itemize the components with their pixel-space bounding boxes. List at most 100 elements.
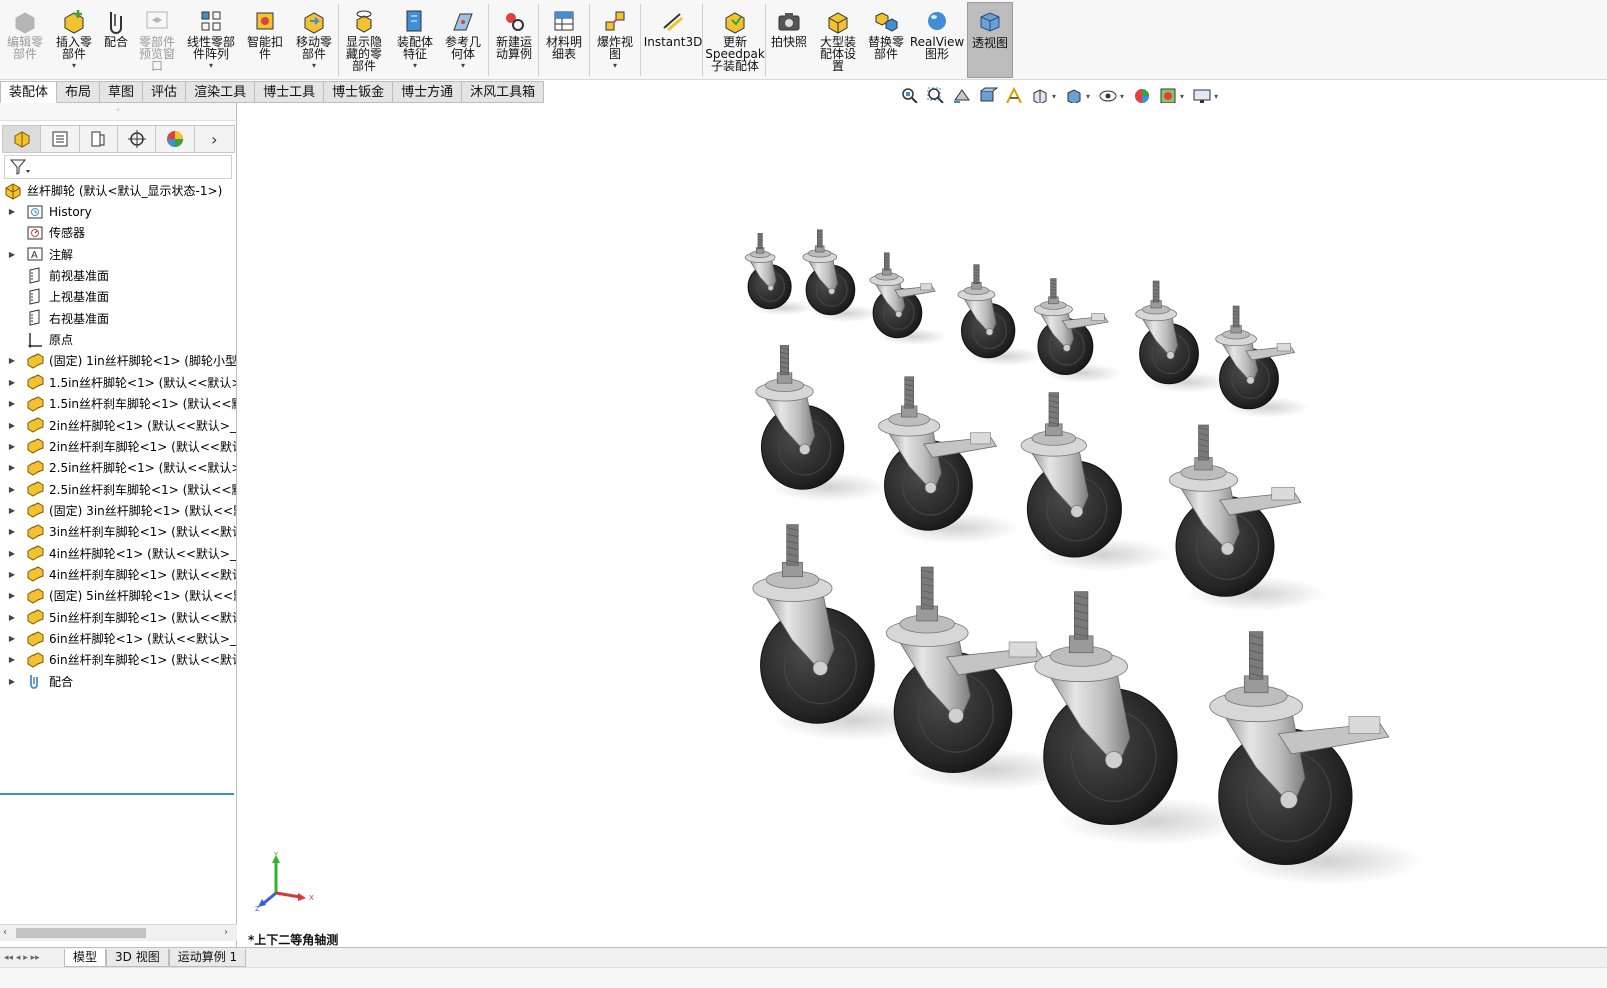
expand-arrow-icon[interactable]: ▶ [6,356,18,365]
ribbon-button-perspective[interactable]: 透视图 [967,2,1013,78]
dropdown-arrow-icon[interactable]: ▾ [312,62,316,70]
tree-item[interactable]: ▶ 2in丝杆脚轮<1> (默认<<默认>_显示 [6,415,236,436]
expand-arrow-icon[interactable]: ▶ [6,677,18,686]
expand-arrow-icon[interactable]: ▶ [6,527,18,536]
tree-item[interactable]: 前视基准面 [6,265,109,286]
expand-arrow-icon[interactable]: ▶ [6,506,18,515]
ribbon-button-smart-fasteners[interactable]: 智能扣 件 [241,2,289,78]
expand-arrow-icon[interactable]: ▶ [6,378,18,387]
command-tab[interactable]: 装配体 [0,81,58,103]
tree-item[interactable]: ▶ (固定) 3in丝杆脚轮<1> (默认<<默认 [6,500,236,521]
caster-wheel[interactable] [1034,591,1249,845]
dropdown-arrow-icon[interactable]: ▾ [209,62,213,70]
tree-item[interactable]: ▶ 2.5in丝杆刹车脚轮<1> (默认<<默认 [6,479,236,500]
tree-item[interactable]: ▶ (固定) 1in丝杆脚轮<1> (脚轮小型-1 [6,350,236,371]
brake-caster-wheel[interactable] [878,376,1020,544]
ribbon-button-reference-geometry[interactable]: 参考几 何体 ▾ [440,2,486,78]
expand-arrow-icon[interactable]: ▶ [6,634,18,643]
tab-navigation-arrows[interactable]: ◂◂ ◂ ▸ ▸▸ [0,949,64,967]
view-settings-dropdown-icon[interactable]: ▾ [1214,92,1218,101]
expand-arrow-icon[interactable]: ▶ [6,399,18,408]
brake-caster-wheel[interactable] [1033,278,1123,383]
view-orientation-dropdown-icon[interactable]: ▾ [1052,92,1056,101]
dropdown-arrow-icon[interactable]: ▾ [413,62,417,70]
expand-arrow-icon[interactable]: ▶ [6,570,18,579]
command-tab[interactable]: 博士钣金 [324,81,394,103]
scroll-right-icon[interactable]: › [224,925,228,941]
ribbon-button-instant3d[interactable]: Instant3D [644,2,702,78]
tree-item[interactable]: ▶ 3in丝杆刹车脚轮<1> (默认<<默认>_ [6,521,236,542]
command-tab[interactable]: 评估 [143,81,187,103]
brake-caster-wheel[interactable] [1168,424,1327,612]
scroll-left-icon[interactable]: ‹ [3,925,7,941]
tree-item[interactable]: ▶ A 注解 [6,244,73,265]
tab-property-manager[interactable] [41,126,80,152]
tree-item[interactable]: ▶ 6in丝杆刹车脚轮<1> (默认<<默认>_ [6,649,236,670]
ribbon-button-exploded-view[interactable]: 爆炸视 图 ▾ [591,2,639,78]
tab-feature-manager[interactable] [3,126,42,152]
caster-wheel[interactable] [1020,392,1172,572]
tree-filter[interactable] [4,155,232,179]
command-tab[interactable]: 博士方通 [393,81,463,103]
dropdown-arrow-icon[interactable]: ▾ [613,62,617,70]
command-tab[interactable]: 布局 [57,81,101,103]
expand-arrow-icon[interactable]: ▶ [6,207,18,216]
expand-arrow-icon[interactable]: ▶ [6,250,18,259]
manager-tabs-more-icon[interactable]: › [195,126,234,152]
scrollbar-thumb[interactable] [16,928,146,938]
ribbon-button-snapshot[interactable]: 拍快照 [768,2,810,78]
hide-show-dropdown-icon[interactable]: ▾ [1120,92,1124,101]
expand-arrow-icon[interactable]: ▶ [6,442,18,451]
tree-item[interactable]: 右视基准面 [6,308,109,329]
tree-item[interactable]: 上视基准面 [6,286,109,307]
ribbon-button-component-preview[interactable]: 零部件 预览窗 口 [133,2,181,78]
ribbon-button-show-hidden[interactable]: 显示隐 藏的零 部件 [340,2,388,78]
caster-wheel[interactable] [1135,280,1230,393]
ribbon-button-bill-of-materials[interactable]: 材料明 细表 [540,2,588,78]
command-tab[interactable]: 渲染工具 [186,81,256,103]
command-tab[interactable]: 沐风工具箱 [462,81,545,103]
panel-splitter-grip[interactable]: ◦ [0,103,236,121]
expand-arrow-icon[interactable]: ▶ [6,421,18,430]
expand-arrow-icon[interactable]: ▶ [6,463,18,472]
tree-item[interactable]: ▶ 5in丝杆刹车脚轮<1> (默认<<默认>_ [6,607,236,628]
tree-root-assembly[interactable]: 丝杆脚轮 (默认<默认_显示状态-1>) [4,180,222,201]
ribbon-button-speedpak[interactable]: 更新 Speedpak 子装配体 [705,2,765,78]
brake-caster-wheel[interactable] [869,252,948,346]
tree-item[interactable]: ▶ 配合 [6,671,73,692]
caster-wheel[interactable] [755,345,888,502]
ribbon-button-move-component[interactable]: 移动零 部件 ▾ [290,2,338,78]
tree-item[interactable]: ▶ 4in丝杆脚轮<1> (默认<<默认>_显示 [6,543,236,564]
tab-configuration-manager[interactable] [80,126,119,152]
command-tab[interactable]: 博士工具 [255,81,325,103]
ribbon-button-mate[interactable]: 配合 [98,2,134,78]
bottom-tab[interactable]: 3D 视图 [106,948,169,967]
brake-caster-wheel[interactable] [1215,305,1310,418]
tree-item[interactable]: ▶ History [6,201,92,222]
caster-wheel[interactable] [957,264,1044,366]
tree-item[interactable]: ▶ 2in丝杆刹车脚轮<1> (默认<<默认>_ [6,436,236,457]
expand-arrow-icon[interactable]: ▶ [6,549,18,558]
expand-arrow-icon[interactable]: ▶ [6,613,18,622]
ribbon-button-assembly-features[interactable]: 装配体 特征 ▾ [393,2,437,78]
expand-arrow-icon[interactable]: ▶ [6,655,18,664]
command-tab[interactable]: 草图 [100,81,144,103]
tree-item[interactable]: ▶ 6in丝杆脚轮<1> (默认<<默认>_显示 [6,628,236,649]
display-style-dropdown-icon[interactable]: ▾ [1086,92,1090,101]
tab-dimxpert-manager[interactable] [118,126,157,152]
caster-wheel[interactable] [744,233,815,316]
expand-arrow-icon[interactable]: ▶ [6,591,18,600]
ribbon-button-linear-pattern[interactable]: 线性零部 件阵列 ▾ [183,2,239,78]
ribbon-button-new-motion-study[interactable]: 新建运 动算例 [490,2,538,78]
bottom-tab[interactable]: 运动算例 1 [168,948,247,967]
graphics-area[interactable]: Y X Z [238,103,1607,946]
dropdown-arrow-icon[interactable]: ▾ [72,62,76,70]
tree-rollback-bar[interactable] [0,793,234,795]
expand-arrow-icon[interactable]: ▶ [6,485,18,494]
panel-horizontal-scrollbar[interactable]: ‹ › [0,924,237,941]
dropdown-arrow-icon[interactable]: ▾ [461,62,465,70]
tree-item[interactable]: 原点 [6,329,73,350]
ribbon-button-realview[interactable]: RealView 图形 [910,2,964,78]
ribbon-button-replace-component[interactable]: 替换零 部件 [862,2,910,78]
bottom-tab[interactable]: 模型 [64,948,107,967]
